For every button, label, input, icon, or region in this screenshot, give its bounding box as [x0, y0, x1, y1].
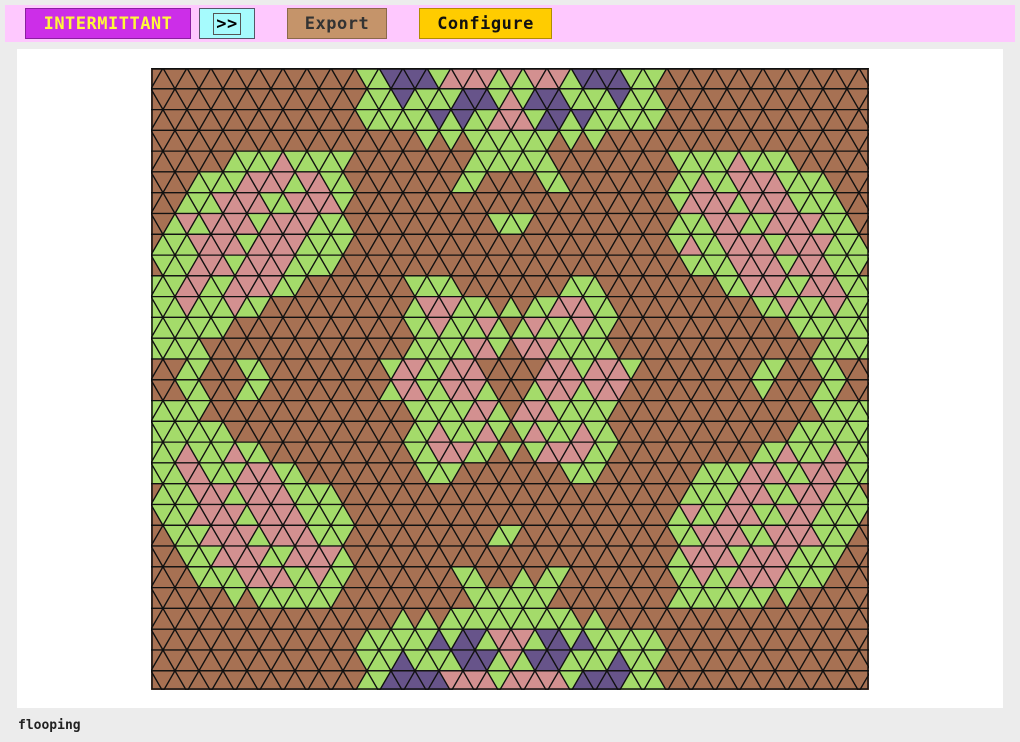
configure-button[interactable]: Configure — [419, 8, 552, 39]
mode-button[interactable]: INTERMITTANT — [25, 8, 191, 39]
export-button[interactable]: Export — [287, 8, 387, 39]
next-button[interactable]: >> — [199, 8, 255, 39]
toolbar: INTERMITTANT >> Export Configure — [5, 5, 1015, 42]
status-text: flooping — [18, 718, 81, 733]
next-button-label: >> — [213, 12, 241, 35]
tiling-pattern — [151, 68, 869, 690]
canvas-panel — [17, 49, 1003, 708]
tiling-canvas[interactable] — [151, 68, 869, 690]
